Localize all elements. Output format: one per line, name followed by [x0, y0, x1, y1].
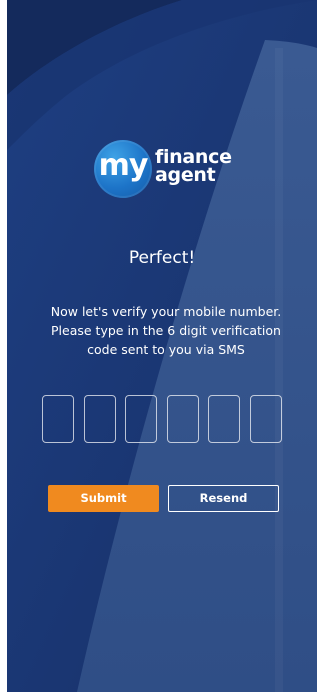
logo-word-agent: agent — [155, 164, 216, 186]
instruction-line: Please type in the 6 digit verification — [51, 323, 281, 338]
code-digit-input-3[interactable] — [125, 395, 157, 443]
code-digit-input-2[interactable] — [83, 395, 116, 443]
brand-logo: my finance agent — [94, 140, 234, 198]
instruction-line: Now let's verify your mobile number. — [50, 304, 282, 319]
submit-button[interactable]: Submit — [48, 485, 159, 512]
verification-screen: my finance agent Perfect! Now let's veri… — [7, 0, 317, 692]
logo-mark: my — [98, 148, 149, 183]
instruction-line: code sent to you via SMS — [87, 342, 245, 357]
code-digit-input-1[interactable] — [42, 395, 74, 443]
code-digit-input-5[interactable] — [208, 395, 240, 443]
code-digit-input-4[interactable] — [166, 395, 199, 443]
resend-button[interactable]: Resend — [168, 485, 279, 512]
page-heading: Perfect! — [128, 248, 196, 268]
instruction-text: Now let's verify your mobile number. Ple… — [21, 302, 311, 359]
code-digit-input-6[interactable] — [249, 395, 282, 443]
